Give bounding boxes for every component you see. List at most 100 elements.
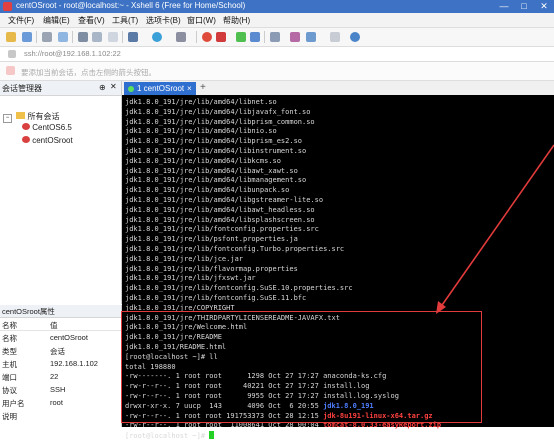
property-key: 说明: [2, 412, 17, 421]
prompt-line[interactable]: [root@localhost ~]#: [125, 431, 441, 441]
terminal-line: jdk1.8.0_191/jre/lib/amd64/libgstreamer-…: [125, 195, 324, 204]
session-manager-header: 会话管理器 ⊕ ✕: [0, 81, 121, 96]
tab-label: 1 centOSroot: [137, 84, 185, 93]
font-icon[interactable]: [176, 32, 186, 42]
window-title: centOSroot - root@localhost:~ - Xshell 6…: [16, 1, 246, 10]
address-bar[interactable]: ssh://root@192.168.1.102:22: [0, 47, 554, 62]
connected-status-icon: [128, 86, 134, 92]
property-key: 协议: [2, 386, 17, 395]
session-manager-panel: 会话管理器 ⊕ ✕ − 所有会话 CentOS6.5 centOSroot: [0, 81, 122, 304]
find-icon[interactable]: [108, 32, 118, 42]
fullscreen-icon[interactable]: [236, 32, 246, 42]
property-key: 名称: [2, 334, 17, 343]
property-value: 22: [50, 372, 59, 381]
property-row: 用户名 root: [0, 398, 121, 408]
keymap-icon[interactable]: [306, 32, 316, 42]
terminal-line: jdk1.8.0_191/jre/lib/amd64/libmanagement…: [125, 176, 307, 185]
terminal-line: jdk1.8.0_191/jre/lib/fontconfig.SuSE.11.…: [125, 293, 307, 302]
highlight-box: [121, 311, 482, 423]
session-icon: [22, 123, 30, 130]
terminal-line: jdk1.8.0_191/jre/lib/amd64/libjavafx_fon…: [125, 107, 311, 116]
tree-root[interactable]: − 所有会话: [3, 111, 59, 123]
property-value: centOSroot: [50, 333, 88, 342]
paste-icon[interactable]: [92, 32, 102, 42]
help-icon[interactable]: [350, 32, 360, 42]
address-lock-icon: [8, 50, 16, 58]
property-row: 端口 22: [0, 372, 121, 382]
column-value: 值: [50, 321, 58, 330]
property-key: 类型: [2, 347, 17, 356]
toolbar-divider: [122, 31, 123, 43]
maximize-button[interactable]: □: [514, 0, 534, 13]
add-session-arrow-icon[interactable]: [6, 66, 15, 75]
copy-icon[interactable]: [78, 32, 88, 42]
script-icon[interactable]: [290, 32, 300, 42]
tab-centosroot[interactable]: 1 centOSroot ×: [124, 82, 196, 95]
title-bar: centOSroot - root@localhost:~ - Xshell 6…: [0, 0, 554, 13]
column-name: 名称: [2, 321, 17, 330]
terminal-line: jdk1.8.0_191/jre/lib/fontconfig.Turbo.pr…: [125, 244, 345, 253]
terminal-line: jdk1.8.0_191/jre/lib/jfxswt.jar: [125, 274, 256, 283]
terminal-line: jdk1.8.0_191/jre/lib/flavormap.propertie…: [125, 264, 298, 273]
session-label: centOSroot: [32, 136, 73, 145]
terminal-line: jdk1.8.0_191/jre/lib/amd64/libawt_xawt.s…: [125, 166, 298, 175]
menu-edit[interactable]: 编辑(E): [43, 15, 70, 26]
tab-close-icon[interactable]: ×: [187, 84, 192, 93]
session-item-centosroot[interactable]: centOSroot: [22, 136, 73, 145]
property-row: 名称 centOSroot: [0, 333, 121, 343]
info-bar: 要添加当前会话，点击左侧的箭头按钮。: [0, 62, 554, 81]
folder-icon: [16, 112, 26, 119]
reconnect-icon[interactable]: [42, 32, 52, 42]
property-key: 主机: [2, 360, 17, 369]
new-tab-icon[interactable]: +: [200, 82, 206, 93]
record-icon[interactable]: [216, 32, 226, 42]
terminal-line: jdk1.8.0_191/jre/lib/fontconfig.properti…: [125, 225, 319, 234]
tree-root-label: 所有会话: [27, 112, 60, 121]
property-row: 主机 192.168.1.102: [0, 359, 121, 369]
xftp-icon[interactable]: [202, 32, 212, 42]
info-text: 要添加当前会话，点击左侧的箭头按钮。: [21, 68, 156, 77]
property-row: 协议 SSH: [0, 385, 121, 395]
collapse-icon[interactable]: −: [3, 114, 12, 123]
property-key: 用户名: [2, 399, 25, 408]
menu-file[interactable]: 文件(F): [8, 15, 34, 26]
layout-icon[interactable]: [330, 32, 340, 42]
open-folder-icon[interactable]: [22, 32, 32, 42]
address-text[interactable]: ssh://root@192.168.1.102:22: [24, 49, 121, 58]
menu-tabs[interactable]: 选项卡(B): [146, 15, 181, 26]
terminal-line: jdk1.8.0_191/jre/lib/psfont.properties.j…: [125, 235, 298, 244]
new-session-icon[interactable]: [6, 32, 16, 42]
toolbar-divider: [196, 31, 197, 43]
property-value: SSH: [50, 385, 66, 394]
terminal-line: jdk1.8.0_191/jre/lib/amd64/libnet.so: [125, 98, 277, 106]
close-panel-icon[interactable]: ✕: [110, 82, 117, 91]
transfer-icon[interactable]: [270, 32, 280, 42]
session-item-centos65[interactable]: CentOS6.5: [22, 123, 72, 132]
globe-icon[interactable]: [152, 32, 162, 42]
terminal-line: jdk1.8.0_191/jre/lib/amd64/libunpack.so: [125, 186, 290, 195]
terminal-line: jdk1.8.0_191/jre/lib/amd64/libinstrument…: [125, 146, 307, 155]
menu-help[interactable]: 帮助(H): [223, 15, 250, 26]
property-value: 192.168.1.102: [50, 359, 98, 368]
properties-icon[interactable]: [128, 32, 138, 42]
cursor: [209, 431, 215, 440]
minimize-button[interactable]: —: [494, 0, 514, 13]
menu-view[interactable]: 查看(V): [78, 15, 105, 26]
lock-icon[interactable]: [250, 32, 260, 42]
terminal-line: jdk1.8.0_191/jre/lib/fontconfig.SuSE.10.…: [125, 284, 353, 293]
pin-icon[interactable]: ⊕: [99, 83, 106, 92]
menu-window[interactable]: 窗口(W): [187, 15, 216, 26]
session-label: CentOS6.5: [32, 123, 72, 132]
properties-title: centOSroot属性: [2, 307, 55, 316]
toolbar-divider: [264, 31, 265, 43]
property-row: 类型 会话: [0, 346, 121, 356]
toolbar: [0, 28, 554, 47]
close-button[interactable]: ✕: [534, 0, 554, 13]
menu-bar: 文件(F) 编辑(E) 查看(V) 工具(T) 选项卡(B) 窗口(W) 帮助(…: [0, 13, 554, 28]
menu-tools[interactable]: 工具(T): [112, 15, 138, 26]
terminal-line: jdk1.8.0_191/jre/lib/jce.jar: [125, 254, 244, 263]
shell-prompt: [root@localhost ~]#: [125, 432, 210, 441]
session-manager-title: 会话管理器: [2, 84, 42, 93]
disconnect-icon[interactable]: [58, 32, 68, 42]
toolbar-divider: [36, 31, 37, 43]
